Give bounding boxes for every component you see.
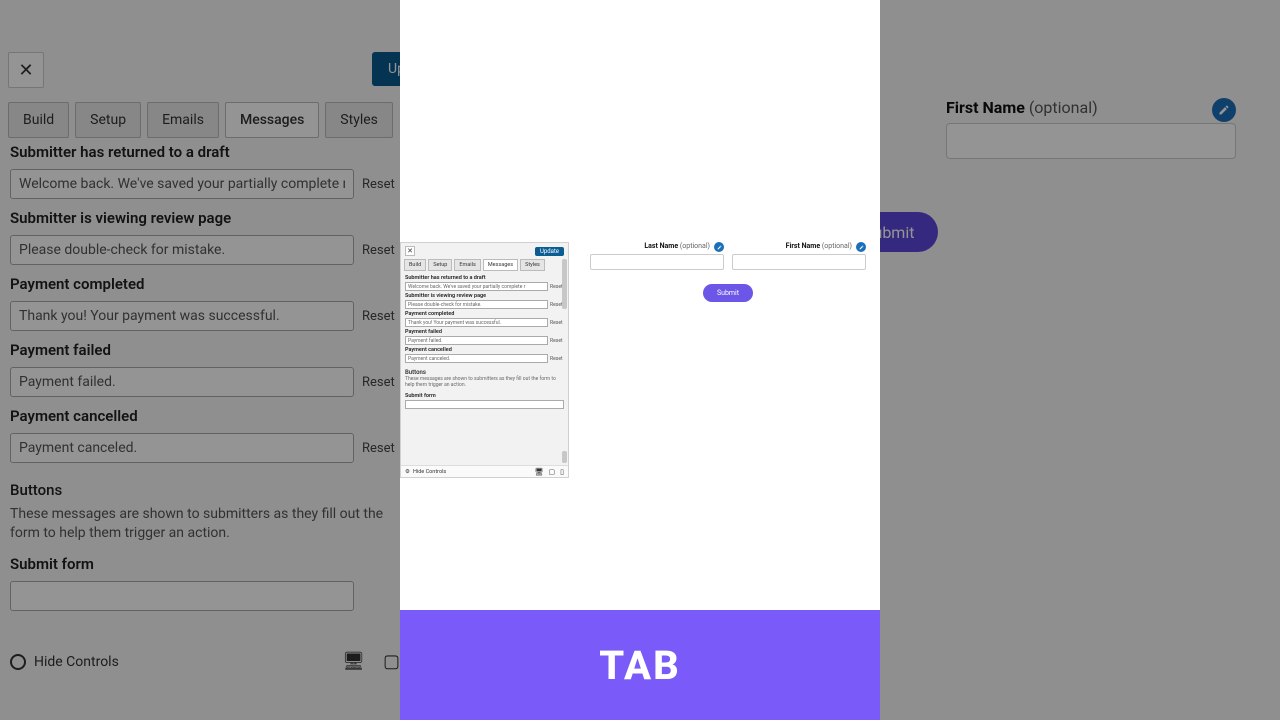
mini-last-name-edit-icon[interactable]: [714, 242, 724, 252]
mini-payment-failed-reset[interactable]: Reset: [550, 338, 564, 344]
mini-update-button[interactable]: Update: [535, 247, 564, 256]
mini-last-name-field: Last Name (optional): [590, 242, 724, 270]
mini-payment-failed-title: Payment failed: [405, 329, 564, 335]
mini-payment-cancelled-title: Payment cancelled: [405, 347, 564, 353]
mini-hide-controls[interactable]: Hide Controls: [413, 469, 446, 475]
mini-buttons-heading: Buttons: [405, 369, 564, 376]
mini-returned-draft-title: Submitter has returned to a draft: [405, 275, 564, 281]
mini-first-name-edit-icon[interactable]: [856, 242, 866, 252]
mini-tab-setup[interactable]: Setup: [428, 259, 452, 271]
mini-payment-cancelled-reset[interactable]: Reset: [550, 356, 564, 362]
center-focus-column: ✕ Update Build Setup Emails Messages Sty…: [400, 0, 880, 720]
mini-last-name-label: Last Name (optional): [590, 242, 724, 250]
tab-banner: TAB: [400, 610, 880, 720]
mini-tabs: Build Setup Emails Messages Styles: [401, 259, 568, 271]
tab-banner-text: TAB: [599, 642, 681, 689]
mini-buttons-description: These messages are shown to submitters a…: [405, 377, 564, 389]
mini-tab-messages[interactable]: Messages: [483, 259, 518, 271]
mini-footer: ⚙ Hide Controls 🖥 ▢ ▯: [401, 465, 568, 477]
mini-tab-emails[interactable]: Emails: [454, 259, 480, 271]
mini-scrollbar[interactable]: [562, 259, 567, 309]
mini-payment-completed-reset[interactable]: Reset: [550, 320, 564, 326]
mini-first-name-label: First Name (optional): [732, 242, 866, 250]
mini-last-name-input[interactable]: [590, 254, 724, 270]
mini-tab-styles[interactable]: Styles: [520, 259, 545, 271]
mini-mobile-icon[interactable]: ▯: [560, 468, 564, 476]
mini-tab-build[interactable]: Build: [404, 259, 426, 271]
mini-returned-draft-input[interactable]: Welcome back. We've saved your partially…: [405, 282, 548, 291]
mini-submit-form-input[interactable]: [405, 400, 564, 409]
mini-close-button[interactable]: ✕: [405, 246, 415, 256]
mini-gear-icon[interactable]: ⚙: [405, 469, 410, 475]
mini-form-preview: Last Name (optional) First Name (optiona…: [580, 242, 876, 302]
mini-submit-button[interactable]: Submit: [703, 284, 753, 302]
mini-payment-completed-title: Payment completed: [405, 311, 564, 317]
mini-payment-failed-input[interactable]: Payment failed.: [405, 336, 548, 345]
mini-scrollbar-lower[interactable]: [562, 451, 567, 463]
mini-payment-completed-input[interactable]: Thank you! Your payment was successful.: [405, 318, 548, 327]
mini-editor-panel: ✕ Update Build Setup Emails Messages Sty…: [400, 242, 569, 478]
mini-submit-form-label: Submit form: [405, 393, 564, 399]
mini-review-input[interactable]: Please double-check for mistake.: [405, 300, 548, 309]
mini-first-name-input[interactable]: [732, 254, 866, 270]
mini-desktop-icon[interactable]: 🖥: [535, 468, 544, 476]
mini-first-name-field: First Name (optional): [732, 242, 866, 270]
mini-payment-cancelled-input[interactable]: Payment canceled.: [405, 354, 548, 363]
mini-review-title: Submitter is viewing review page: [405, 293, 564, 299]
mini-tablet-icon[interactable]: ▢: [549, 468, 556, 476]
